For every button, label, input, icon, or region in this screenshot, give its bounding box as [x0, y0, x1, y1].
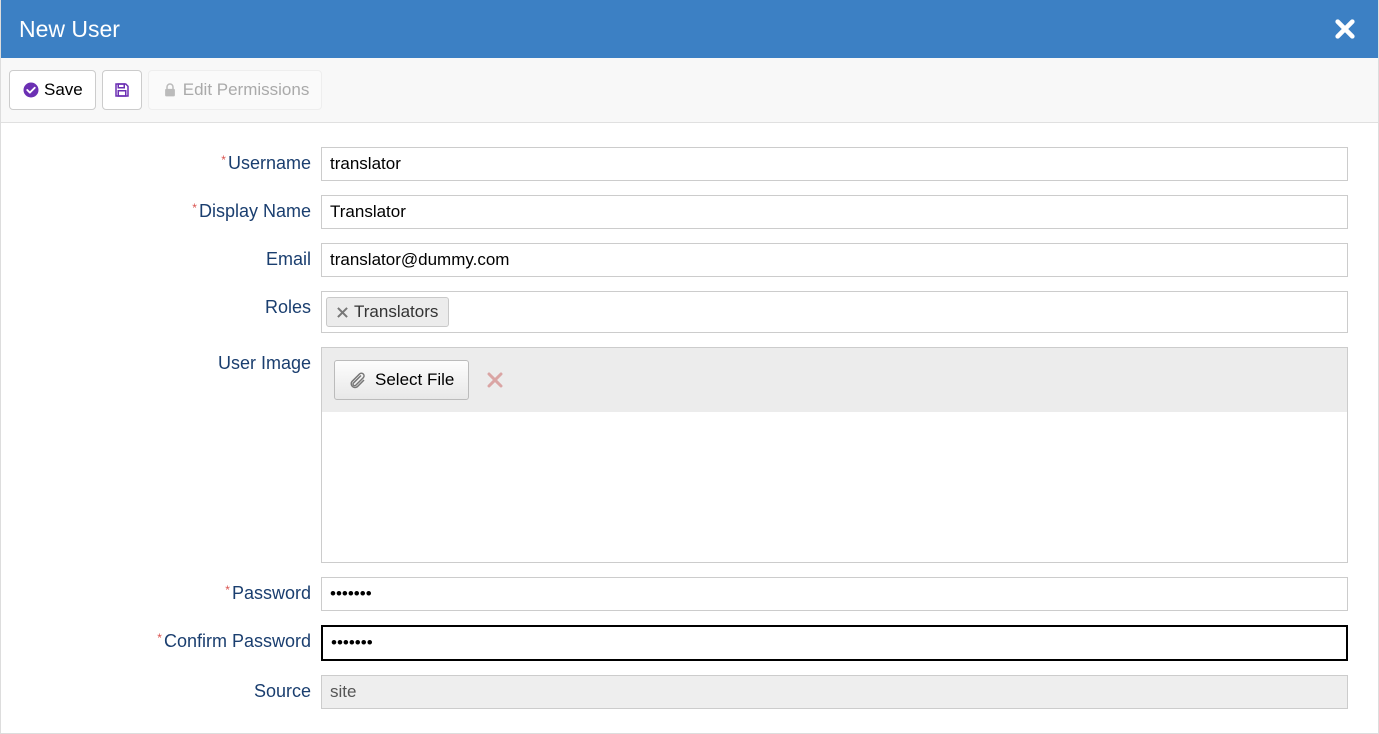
edit-permissions-button: Edit Permissions — [148, 70, 323, 110]
display-name-input[interactable] — [321, 195, 1348, 229]
clear-image-button[interactable] — [477, 362, 513, 398]
roles-input[interactable]: Translators — [321, 291, 1348, 333]
apply-changes-button[interactable] — [102, 70, 142, 110]
email-label: Email — [31, 243, 321, 270]
x-icon — [337, 307, 348, 318]
user-image-label: User Image — [31, 347, 321, 374]
username-row: *Username — [31, 147, 1348, 181]
confirm-password-label: *Confirm Password — [31, 625, 321, 652]
password-label: *Password — [31, 577, 321, 604]
display-name-row: *Display Name — [31, 195, 1348, 229]
save-button-label: Save — [44, 80, 83, 100]
edit-permissions-label: Edit Permissions — [183, 80, 310, 100]
role-tag: Translators — [326, 297, 449, 327]
email-input[interactable] — [321, 243, 1348, 277]
email-row: Email — [31, 243, 1348, 277]
role-tag-label: Translators — [354, 302, 438, 322]
username-input[interactable] — [321, 147, 1348, 181]
user-image-preview — [322, 412, 1347, 562]
password-input[interactable] — [321, 577, 1348, 611]
paperclip-icon — [349, 371, 367, 389]
floppy-disk-icon — [113, 81, 131, 99]
user-image-box: Select File — [321, 347, 1348, 563]
confirm-password-input[interactable] — [321, 625, 1348, 661]
close-icon — [1334, 18, 1356, 40]
select-file-button[interactable]: Select File — [334, 360, 469, 400]
dialog-title: New User — [19, 16, 120, 43]
lock-icon — [161, 81, 179, 99]
required-marker: * — [192, 201, 197, 215]
new-user-dialog: New User Save Edit — [0, 0, 1379, 734]
save-button[interactable]: Save — [9, 70, 96, 110]
required-marker: * — [157, 631, 162, 645]
display-name-label: *Display Name — [31, 195, 321, 222]
required-marker: * — [221, 153, 226, 167]
source-label: Source — [31, 675, 321, 702]
user-image-row: User Image Select File — [31, 347, 1348, 563]
password-row: *Password — [31, 577, 1348, 611]
confirm-password-row: *Confirm Password — [31, 625, 1348, 661]
select-file-label: Select File — [375, 370, 454, 390]
x-icon — [487, 372, 503, 388]
close-button[interactable] — [1330, 14, 1360, 44]
form: *Username *Display Name Email Ro — [1, 123, 1378, 733]
check-circle-icon — [22, 81, 40, 99]
toolbar: Save Edit Permissions — [1, 58, 1378, 123]
roles-label: Roles — [31, 291, 321, 318]
dialog-titlebar: New User — [1, 0, 1378, 58]
roles-row: Roles Translators — [31, 291, 1348, 333]
username-label: *Username — [31, 147, 321, 174]
required-marker: * — [225, 583, 230, 597]
user-image-toolbar: Select File — [322, 348, 1347, 412]
role-tag-remove[interactable] — [337, 307, 348, 318]
